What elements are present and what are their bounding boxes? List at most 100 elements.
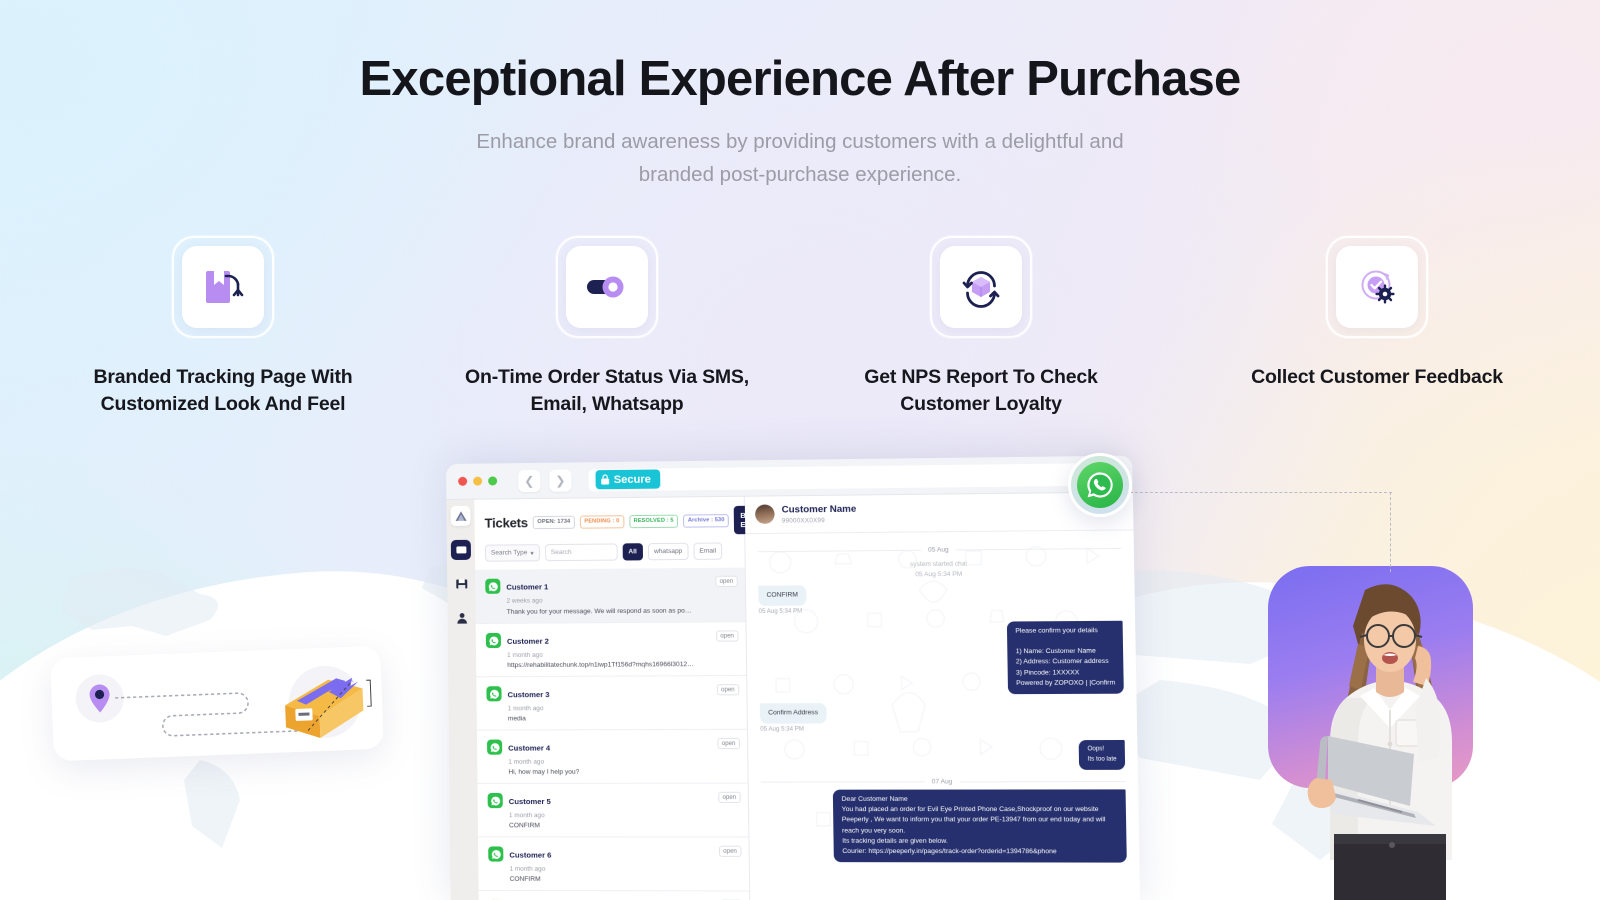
home-icon [454,510,466,520]
ticket-row[interactable]: Customer 3 1 month ago media open [476,675,747,731]
url-bar[interactable]: Secure ↻ [588,462,1093,491]
sidebar-item-chat[interactable] [450,539,472,561]
search-input[interactable]: Search [544,543,618,562]
ticket-row[interactable]: Customer 4 1 month ago Hi, how may I hel… [476,729,748,784]
filter-email-button[interactable]: Email [693,542,723,560]
toggle-switch-icon [587,276,624,298]
whatsapp-channel-icon [486,739,503,755]
chat-day-separator: 07 Aug [761,778,1126,786]
ticket-time: 1 month ago [509,865,546,873]
ticket-status-badge: open [717,791,741,803]
feature-icon-frame [930,236,1032,338]
sidebar-item-contacts[interactable] [452,608,472,628]
chat-pane: Customer Name 99000XX0X99 05 Aug system … [744,492,1141,900]
sidebar-item-home[interactable] [450,505,471,526]
feature-list: Branded Tracking Page With Customized Lo… [0,236,1600,417]
search-type-label: Search Type [490,549,528,557]
feature-label: On-Time Order Status Via SMS, Email, Wha… [465,366,749,415]
ticket-name: Customer 3 [507,690,550,700]
ticket-row[interactable]: Customer 5 1 month ago CONFIRM open [477,783,749,838]
ticket-name: Customer 6 [509,850,552,860]
chevron-down-icon: ▾ [530,549,534,557]
chat-bubble-text: Confirm Address [759,703,827,724]
feature-item-branded-tracking: Branded Tracking Page With Customized Lo… [73,236,373,417]
chat-bubble-text: CONFIRM [758,584,807,606]
window-controls[interactable] [458,476,498,486]
ticket-status-badge: open [717,737,741,750]
page-subtitle: Enhance brand awareness by providing cus… [385,125,1215,191]
ticket-row[interactable]: Customer 1 2 weeks ago Thank you for you… [475,567,746,625]
lock-icon [601,474,610,485]
browser-mockup: ❮ ❯ Secure ↻ + [446,455,1141,900]
chat-bubble-text: Dear Customer Name You had placed an ord… [833,789,1127,863]
feature-label: Get NPS Report To Check Customer Loyalty [864,366,1098,415]
chip-pending[interactable]: PENDING : 0 [579,514,624,529]
search-type-select[interactable]: Search Type ▾ [484,544,540,562]
close-window-dot[interactable] [458,476,468,486]
ticket-preview: media [507,715,526,723]
tickets-pane: Tickets OPEN: 1734 PENDING : 0 RESOLVED … [474,496,773,900]
tickets-filter-bar: Search Type ▾ Search All whatsapp Email [475,542,745,570]
ticket-status-badge: open [714,575,738,588]
whatsapp-channel-icon [486,686,502,702]
chip-archive[interactable]: Archive : 530 [683,513,730,528]
whatsapp-floating-button[interactable] [1068,453,1132,517]
whatsapp-channel-icon [487,792,503,809]
location-pin-icon [89,684,110,713]
chat-bubble-text: Oops! Its too late [1078,740,1126,770]
branded-tracking-page-icon [206,271,244,303]
hero-heading: Exceptional Experience After Purchase En… [0,0,1600,191]
ticket-time: 1 month ago [507,704,544,712]
ticket-row[interactable]: Customer 7 1 month ago CONFIRM open [478,890,750,900]
feedback-check-gear-icon [1361,270,1395,304]
page-title: Exceptional Experience After Purchase [359,52,1242,106]
secure-badge: Secure [595,469,661,490]
chat-icon [455,545,466,553]
chat-day-label: 05 Aug [920,545,956,554]
subtitle-line-2: branded post-purchase experience. [638,163,962,187]
feature-item-nps-report: Get NPS Report To Check Customer Loyalty [831,236,1131,417]
chip-open[interactable]: OPEN: 1734 [532,515,575,529]
avatar [755,504,775,525]
feature-icon-frame [1326,236,1428,338]
ticket-name: Customer 4 [508,743,551,753]
ticket-row[interactable]: Customer 2 1 month ago https://rehabilit… [475,622,747,678]
contacts-icon [456,612,467,624]
chat-customer-name: Customer Name [781,503,857,516]
feature-label: Collect Customer Feedback [1251,366,1503,388]
ticket-status-badge: open [716,684,740,696]
sidebar-item-save[interactable] [451,574,471,594]
ticket-preview: Thank you for your message. We will resp… [506,607,694,616]
woman-with-laptop-photo [1307,584,1452,900]
chat-message-list: 05 Aug system started chat 05 Aug 5:34 P… [745,530,1140,900]
ticket-status-badge: open [718,845,742,857]
ticket-name: Customer 1 [506,582,549,592]
maximize-window-dot[interactable] [488,476,498,486]
tickets-title: Tickets [484,514,528,531]
ticket-preview: Hi, how may I help you? [508,768,580,776]
ticket-name: Customer 2 [506,636,549,646]
back-button[interactable]: ❮ [518,469,541,492]
ticket-time: 1 month ago [508,758,545,766]
chat-bubble-text: Please confirm your details 1) Name: Cus… [1006,620,1124,695]
ticket-preview: CONFIRM [509,875,541,883]
feature-item-order-status: On-Time Order Status Via SMS, Email, Wha… [457,236,757,417]
feature-icon-inner [566,246,648,328]
feature-item-customer-feedback: Collect Customer Feedback [1227,236,1527,417]
chip-resolved[interactable]: RESOLVED : 5 [628,514,679,528]
chat-day-label: 07 Aug [924,778,960,786]
ticket-row[interactable]: Customer 6 1 month ago CONFIRM open [478,837,750,892]
feature-icon-inner [1336,246,1418,328]
ticket-time: 1 month ago [507,651,543,659]
filter-whatsapp-button[interactable]: whatsapp [647,542,689,561]
whatsapp-channel-icon [488,846,504,862]
ticket-preview: https://rehabilitatechunk.top/n1iwp1Tf15… [507,661,695,670]
filter-all-button[interactable]: All [622,543,644,561]
ticket-time: 2 weeks ago [506,596,543,605]
ticket-name: Customer 5 [508,796,551,807]
feature-icon-frame [172,236,274,338]
ticket-status-badge: open [715,630,739,642]
minimize-window-dot[interactable] [473,476,483,486]
app-sidebar [446,499,479,900]
forward-button[interactable]: ❯ [549,468,572,492]
